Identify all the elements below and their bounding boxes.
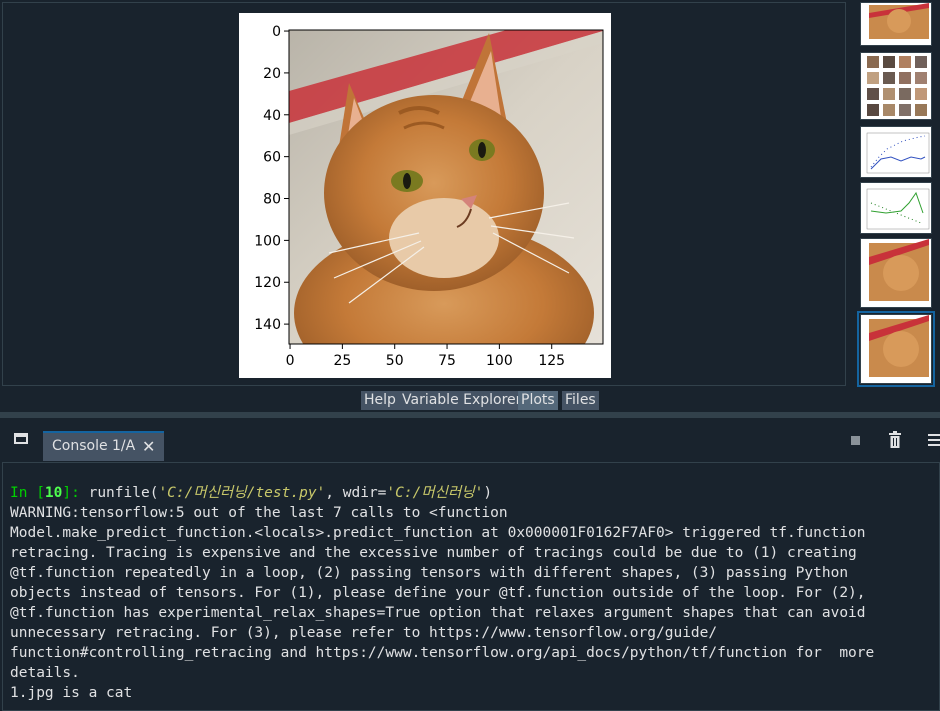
window-icon[interactable] (14, 433, 28, 444)
grid-tile (899, 56, 911, 68)
grid-tile (867, 56, 879, 68)
plot-figure: 0 20 40 60 80 100 120 140 0 25 50 75 100 125 (239, 13, 611, 378)
cat-image (289, 30, 603, 344)
x-tick-label: 75 (438, 353, 456, 369)
pane-tabs: Help Variable Explorer Plots Files (0, 388, 940, 412)
tab-variable-explorer[interactable]: Variable Explorer (399, 391, 525, 410)
thumbnail-cat-1[interactable] (860, 2, 932, 46)
tab-files[interactable]: Files (562, 391, 599, 410)
x-tick-label: 125 (538, 353, 565, 369)
grid-tile (899, 88, 911, 100)
output-line: @tf.function repeatedly in a loop, (2) p… (10, 565, 849, 581)
x-tick-label: 25 (333, 353, 351, 369)
tab-plots[interactable]: Plots (518, 391, 558, 410)
tab-console[interactable]: Console 1/A ✕ (43, 431, 164, 461)
y-tick-label: 0 (272, 24, 281, 40)
grid-tile (883, 56, 895, 68)
output-line: retracing. Tracing is expensive and the … (10, 545, 857, 561)
command-arg-wdir: 'C:/머신러닝' (386, 485, 484, 501)
y-tick-label: 40 (263, 108, 281, 124)
y-axis: 0 20 40 60 80 100 120 140 (254, 24, 289, 333)
grid-tile (867, 104, 879, 116)
output-line: Model.make_predict_function.<locals>.pre… (10, 525, 866, 541)
vertical-splitter[interactable] (849, 2, 857, 386)
output-line: unnecessary retracing. For (3), please r… (10, 625, 718, 641)
y-tick-label: 60 (263, 150, 281, 166)
prompt-number: 10 (44, 485, 63, 501)
grid-tile (867, 72, 879, 84)
y-tick-label: 120 (254, 275, 281, 291)
y-tick-label: 140 (254, 317, 281, 333)
output-line: details. (10, 665, 80, 681)
output-line: function#controlling_retracing and https… (10, 645, 875, 661)
command-arg-file: 'C:/머신러닝/test.py' (158, 485, 326, 501)
close-icon[interactable]: ✕ (142, 433, 155, 460)
plots-pane: 0 20 40 60 80 100 120 140 0 25 50 75 100 125 (2, 2, 846, 386)
command-mid: , wdir= (325, 485, 387, 501)
x-axis: 0 25 50 75 100 125 (286, 344, 565, 369)
grid-tile (899, 104, 911, 116)
grid-tile (915, 56, 927, 68)
thumbnail-cat-3-selected[interactable] (857, 311, 935, 387)
prompt-label: In [ (10, 485, 45, 501)
output-line: WARNING:tensorflow:5 out of the last 7 c… (10, 505, 508, 521)
trash-icon[interactable] (888, 431, 902, 449)
plot-svg: 0 20 40 60 80 100 120 140 0 25 50 75 100 125 (254, 24, 604, 369)
console-output[interactable]: In [10]: runfile('C:/머신러닝/test.py', wdir… (2, 462, 940, 711)
tab-help[interactable]: Help (361, 391, 399, 410)
plot-thumbnails (857, 2, 940, 387)
output-line: objects instead of tensors. For (1), ple… (10, 585, 866, 601)
y-tick-label: 100 (254, 233, 281, 249)
menu-icon[interactable] (928, 434, 940, 446)
console-header: Console 1/A ✕ (0, 418, 940, 462)
stop-icon[interactable] (851, 436, 860, 445)
grid-tile (883, 104, 895, 116)
prompt-end: ]: (62, 485, 80, 501)
grid-tile (915, 88, 927, 100)
x-tick-label: 0 (286, 353, 295, 369)
command-suffix: ) (483, 485, 493, 501)
thumbnail-grid[interactable] (860, 52, 932, 120)
x-tick-label: 100 (486, 353, 513, 369)
x-tick-label: 50 (386, 353, 404, 369)
console-tab-label: Console 1/A (52, 438, 136, 454)
y-tick-label: 80 (263, 192, 281, 208)
grid-tile (899, 72, 911, 84)
thumbnail-accuracy-chart[interactable] (860, 126, 932, 178)
output-line: 1.jpg is a cat (10, 685, 133, 701)
grid-tile (915, 104, 927, 116)
command-prefix: runfile( (79, 485, 159, 501)
grid-tile (883, 72, 895, 84)
thumbnail-cat-2[interactable] (860, 238, 932, 308)
y-tick-label: 20 (263, 66, 281, 82)
grid-tile (867, 88, 879, 100)
output-line: @tf.function has experimental_relax_shap… (10, 605, 866, 621)
thumbnail-loss-chart[interactable] (860, 182, 932, 234)
input-prompt-line: In [10]: runfile('C:/머신러닝/test.py', wdir… (10, 483, 939, 503)
grid-tile (915, 72, 927, 84)
grid-tile (883, 88, 895, 100)
